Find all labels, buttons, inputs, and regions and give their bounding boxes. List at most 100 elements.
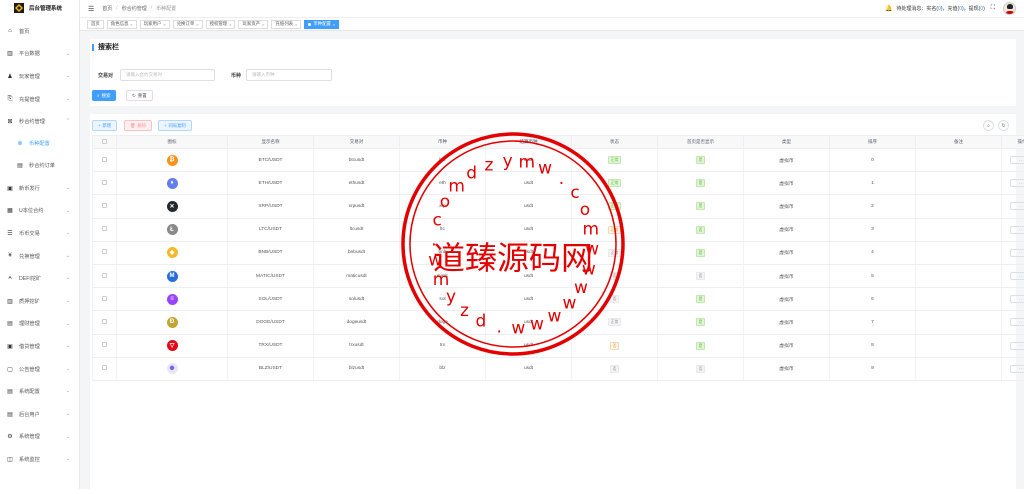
close-icon[interactable]: × [229, 22, 231, 27]
avatar[interactable] [1003, 2, 1016, 15]
chevron-down-icon: ⌄ [66, 343, 70, 349]
select-cell[interactable] [93, 334, 117, 357]
toggle-search-button[interactable]: ⌕ [983, 120, 994, 131]
row-checkbox[interactable] [102, 342, 107, 347]
icon-cell: ≡ [117, 288, 228, 311]
more-actions-button[interactable]: ··· [1010, 156, 1024, 164]
select-cell[interactable] [93, 149, 117, 172]
more-actions-button[interactable]: ··· [1010, 249, 1024, 257]
sidebar-item-coin-config[interactable]: ⊗币种配置 [0, 133, 79, 155]
breadcrumb-parent[interactable]: 秒合约管理 [122, 5, 147, 12]
select-all-checkbox[interactable] [102, 139, 107, 144]
row-checkbox[interactable] [102, 296, 107, 301]
add-button[interactable]: +新增 [92, 120, 117, 131]
close-icon[interactable]: × [333, 22, 335, 27]
select-cell[interactable] [93, 311, 117, 334]
tab-6[interactable]: 充值列表× [271, 20, 301, 29]
row-checkbox[interactable] [102, 273, 107, 278]
sync-button[interactable]: +同局复制 [158, 120, 192, 131]
select-cell[interactable] [93, 195, 117, 218]
tab-1[interactable]: 角色信息× [107, 20, 137, 29]
sidebar-item-admin[interactable]: ▤后台用户⌄ [0, 403, 79, 426]
select-all-cell[interactable] [93, 136, 117, 149]
app-title: 后台管理系统 [29, 4, 62, 12]
row-checkbox[interactable] [102, 365, 107, 370]
sidebar-item-recharge[interactable]: ⎘充提管理⌄ [0, 88, 79, 111]
tab-2[interactable]: 玩家用户× [140, 20, 170, 29]
close-icon[interactable]: × [196, 22, 198, 27]
more-actions-button[interactable]: ··· [1010, 318, 1024, 326]
sidebar-item-notice[interactable]: ▢公告管理⌄ [0, 358, 79, 381]
more-actions-button[interactable]: ··· [1010, 342, 1024, 350]
coin-input[interactable]: 请输入币种 [246, 69, 332, 81]
select-cell[interactable] [93, 218, 117, 241]
close-icon[interactable]: × [130, 22, 132, 27]
close-icon[interactable]: × [295, 22, 297, 27]
sidebar-item-system[interactable]: ⚙系统管理⌄ [0, 426, 79, 449]
ops-cell: ··· [1002, 218, 1024, 241]
tab-5[interactable]: 玩家资产× [238, 20, 268, 29]
cell-settle: usdt [486, 334, 572, 357]
table-row: MMATIC/USDTmaticusdtmaticusdt否否虚拟币5··· [93, 264, 1024, 287]
select-cell[interactable] [93, 264, 117, 287]
pending-notice[interactable]: 待处理消息：实名(0)，充值(0)，提现(0) [896, 5, 984, 12]
sidebar-item-user[interactable]: ♟玩家管理⌄ [0, 65, 79, 88]
sidebar-item-finance[interactable]: ▤理财管理⌄ [0, 313, 79, 336]
pair-input[interactable]: 请输入合约交易对 [120, 69, 215, 81]
sidebar-item-newcoin[interactable]: ▣新币发行⌄ [0, 177, 79, 200]
sidebar-item-exchange[interactable]: ¥兑换管理⌄ [0, 245, 79, 268]
row-checkbox[interactable] [102, 249, 107, 254]
close-icon[interactable]: × [163, 22, 165, 27]
more-actions-button[interactable]: ··· [1010, 202, 1024, 210]
app-logo[interactable]: 后台管理系统 [0, 0, 79, 16]
tab-0[interactable]: 首页 [87, 20, 104, 29]
tab-4[interactable]: 授权管理× [206, 20, 236, 29]
sidebar-item-monitor[interactable]: ◫系统监控⌄ [0, 448, 79, 471]
tab-7[interactable]: 币种配置× [304, 20, 339, 29]
row-checkbox[interactable] [102, 157, 107, 162]
close-icon[interactable]: × [262, 22, 264, 27]
more-actions-button[interactable]: ··· [1010, 272, 1024, 280]
cell-coin: btc [400, 149, 486, 172]
config-icon: ▤ [7, 389, 13, 395]
sidebar-item-trade[interactable]: ☰币币交易⌄ [0, 222, 79, 245]
cell-settle: usdt [486, 195, 572, 218]
more-actions-button[interactable]: ··· [1010, 365, 1024, 373]
breadcrumb-home[interactable]: 首页 [102, 5, 112, 12]
more-actions-button[interactable]: ··· [1010, 295, 1024, 303]
sidebar-item-pledge[interactable]: ▥质押挖矿⌄ [0, 290, 79, 313]
tab-3[interactable]: 兑换订单× [173, 20, 203, 29]
sidebar-item-defi[interactable]: ⍲DEFI挖矿⌄ [0, 267, 79, 290]
refresh-table-button[interactable]: ↻ [998, 120, 1009, 131]
sidebar-item-config[interactable]: ▤系统配置⌄ [0, 380, 79, 403]
bell-icon[interactable]: 🔔 [885, 5, 892, 12]
select-cell[interactable] [93, 357, 117, 380]
status-badge: 否 [610, 295, 620, 303]
home-cell: 否 [658, 264, 744, 287]
tab-label: 充值列表 [275, 21, 293, 27]
menu-fold-icon[interactable]: ☰ [88, 5, 94, 13]
delete-button[interactable]: 🗑删除 [124, 120, 152, 131]
fullscreen-icon[interactable]: ⛶ [991, 5, 995, 12]
row-checkbox[interactable] [102, 226, 107, 231]
more-actions-button[interactable]: ··· [1010, 179, 1024, 187]
search-icon: ⌕ [97, 93, 100, 98]
breadcrumb-separator: / [151, 5, 152, 12]
more-actions-button[interactable]: ··· [1010, 226, 1024, 234]
select-cell[interactable] [93, 288, 117, 311]
sidebar-item-contract[interactable]: ⊠秒合约管理⌃ [0, 110, 79, 133]
sidebar-item-order[interactable]: ▤秒合约订单 [0, 155, 79, 177]
row-checkbox[interactable] [102, 319, 107, 324]
sol-icon: ≡ [167, 294, 178, 305]
select-cell[interactable] [93, 172, 117, 195]
sidebar-item-dashboard[interactable]: ⌂首页 [0, 20, 79, 43]
sidebar-item-ustd-contract[interactable]: ▦U本位合约⌄ [0, 200, 79, 223]
select-cell[interactable] [93, 241, 117, 264]
breadcrumb: 首页 / 秒合约管理 / 币种配置 [102, 5, 176, 12]
row-checkbox[interactable] [102, 203, 107, 208]
sidebar-item-chart[interactable]: ▥平台数据⌄ [0, 43, 79, 66]
search-button[interactable]: ⌕搜索 [92, 90, 116, 101]
reset-button[interactable]: ↻重置 [126, 90, 153, 101]
sidebar-item-loan[interactable]: ▣借贷管理⌄ [0, 335, 79, 358]
row-checkbox[interactable] [102, 180, 107, 185]
